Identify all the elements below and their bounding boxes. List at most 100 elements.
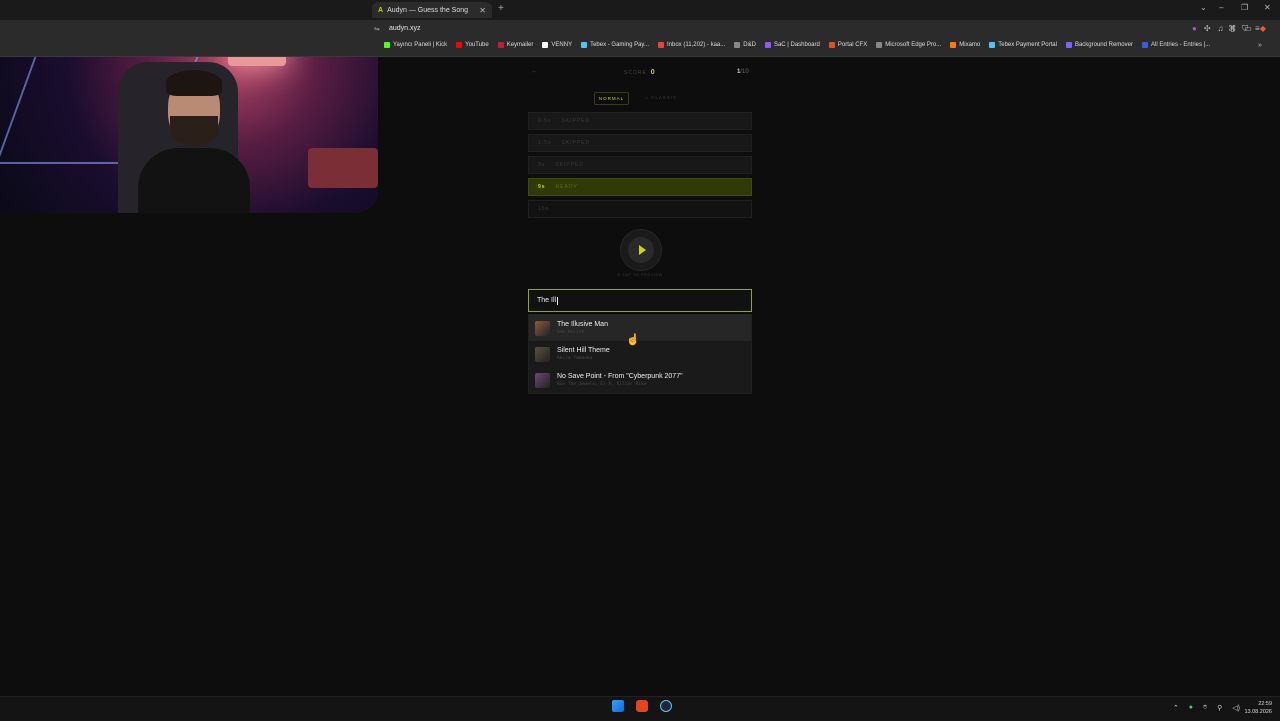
bookmark-label: YouTube	[465, 42, 489, 48]
bookmark-item[interactable]: Mixamo	[950, 42, 980, 48]
bookmark-favicon-icon	[989, 42, 996, 48]
bookmark-item[interactable]: SaC | Dashboard	[764, 42, 820, 48]
extension-icon[interactable]: ●	[1192, 24, 1197, 34]
bookmark-favicon-icon	[658, 42, 664, 48]
bookmark-label: SaC | Dashboard	[773, 42, 820, 48]
album-art-thumbnail	[535, 372, 550, 388]
suggestion-text: The Illusive Man Sam Hulick	[557, 321, 608, 335]
suggestion-item[interactable]: Silent Hill Theme Akira Yamaoka	[529, 341, 751, 367]
sidebar-icon[interactable]: ▯	[1231, 24, 1235, 34]
url-text[interactable]: audyn.xyz	[389, 25, 421, 32]
bookmark-favicon-icon	[542, 42, 549, 48]
menu-icon[interactable]: ≡	[1255, 24, 1260, 34]
clock-time: 22:59	[1258, 701, 1272, 707]
system-tray: ⌃ ● ⌾ ⚲ ◁)	[1173, 704, 1240, 712]
address-bar	[0, 20, 1280, 40]
score-value: 0	[650, 69, 656, 76]
vpn-icon[interactable]: ⛉	[1242, 24, 1248, 34]
brave-shield-icon[interactable]: ◆	[1260, 24, 1266, 33]
attempt-row: 3s SKIPPED	[528, 156, 752, 174]
steam-icon[interactable]	[660, 700, 672, 712]
attempt-status: SKIPPED	[561, 140, 591, 146]
bookmarks-overflow-icon[interactable]: »	[1258, 42, 1262, 49]
system-clock[interactable]: 22:59 13.08.2026	[1244, 700, 1272, 716]
taskbar-apps	[612, 700, 672, 712]
close-window-icon[interactable]: ✕	[1264, 3, 1271, 12]
site-info-icon[interactable]: ⇋	[374, 25, 380, 33]
bookmark-item[interactable]: YouTube	[456, 42, 489, 48]
song-search-input[interactable]: The Ill	[528, 289, 752, 312]
tab-title: Audyn — Guess the Song	[387, 6, 468, 14]
bookmark-item[interactable]: Inbox (11,202) - kaa...	[658, 42, 725, 48]
bookmarks-list: Yayıncı Paneli | Kick YouTube Keymailer VEN…	[384, 42, 1210, 48]
suggestion-item[interactable]: No Save Point - From "Cyberpunk 2077" Run…	[529, 367, 751, 393]
suggestion-text: No Save Point - From "Cyberpunk 2077" Run…	[557, 373, 683, 387]
bookmark-label: Inbox (11,202) - kaa...	[667, 42, 726, 48]
mic-icon[interactable]: ⚲	[1217, 704, 1222, 712]
volume-icon[interactable]: ◁)	[1232, 704, 1240, 712]
bookmark-item[interactable]: D&D	[734, 42, 756, 48]
bookmark-item[interactable]: All Entries - Entries |...	[1141, 42, 1211, 48]
bookmark-favicon-icon	[828, 42, 835, 48]
bookmark-favicon-icon	[764, 42, 771, 48]
network-icon[interactable]: ⌾	[1203, 704, 1207, 712]
bookmark-item[interactable]: Keymailer	[497, 42, 534, 48]
bookmark-label: Tebex - Gaming Pay...	[590, 42, 649, 48]
bookmark-favicon-icon	[734, 42, 741, 48]
close-tab-icon[interactable]: ✕	[479, 6, 486, 15]
attempt-status: SKIPPED	[561, 118, 591, 124]
suggestion-artist: Run The Jewels, El-P, Killer Mike	[557, 382, 647, 387]
album-art-thumbnail	[535, 320, 550, 336]
bookmark-item[interactable]: Tebex - Gaming Pay...	[581, 42, 649, 48]
attempt-time: 15s	[538, 206, 550, 212]
bookmark-item[interactable]: Microsoft Edge Pro...	[876, 42, 941, 48]
tap-hint: ⟲ TAP TO PREVIEW	[617, 272, 663, 277]
bookmark-item[interactable]: Portal CFX	[828, 42, 867, 48]
mode-normal-button[interactable]: NORMAL	[594, 92, 629, 105]
maximize-icon[interactable]: ❐	[1241, 3, 1248, 12]
bookmark-favicon-icon	[1141, 42, 1148, 48]
bookmark-favicon-icon	[581, 42, 588, 48]
hand-pointer-icon: ☝	[626, 334, 640, 346]
bookmark-label: Mixamo	[959, 42, 981, 48]
bookmark-label: VENNY	[551, 42, 573, 48]
minimize-icon[interactable]: –	[1219, 3, 1223, 12]
webcam-person	[138, 70, 250, 213]
tray-overflow-icon[interactable]: ⌃	[1173, 704, 1179, 712]
attempt-time: 0.5s	[538, 118, 552, 124]
new-tab-button[interactable]: +	[498, 3, 504, 14]
bookmark-item[interactable]: Background Remover	[1065, 42, 1133, 48]
music-icon[interactable]: ♫	[1218, 24, 1224, 34]
webcam-desk-device	[308, 148, 378, 188]
bookmark-favicon-icon	[456, 42, 463, 48]
attempt-row: 0.5s SKIPPED	[528, 112, 752, 130]
status-dot-icon[interactable]: ●	[1189, 704, 1193, 712]
bookmark-label: Yayıncı Paneli | Kick	[393, 42, 448, 48]
bookmark-favicon-icon	[497, 42, 504, 48]
bookmark-label: Keymailer	[506, 42, 534, 48]
back-button[interactable]: ←	[531, 68, 538, 75]
attempt-status: SKIPPED	[555, 162, 584, 168]
puzzle-icon[interactable]: ✣	[1204, 24, 1211, 34]
bookmark-item[interactable]: Tebex Payment Portal	[989, 42, 1057, 48]
suggestion-item[interactable]: The Illusive Man Sam Hulick	[529, 315, 751, 341]
attempt-row: 1.5s SKIPPED	[528, 134, 752, 152]
play-button-inner	[628, 237, 654, 263]
suggestion-dropdown: The Illusive Man Sam Hulick Silent Hill Th…	[528, 314, 752, 394]
attempt-time: 1.5s	[538, 140, 552, 146]
windows-start-icon[interactable]	[612, 700, 624, 712]
round-counter: 1/10	[737, 69, 749, 75]
suggestion-title: Silent Hill Theme	[557, 347, 610, 354]
browser-tab-active[interactable]: A Audyn — Guess the Song ✕	[372, 2, 492, 18]
attempt-status: READY	[555, 184, 578, 190]
play-button[interactable]	[620, 229, 662, 271]
bookmark-label: All Entries - Entries |...	[1150, 42, 1211, 48]
site-favicon-icon: A	[378, 6, 384, 14]
tab-search-icon[interactable]: ⌄	[1200, 3, 1207, 12]
brave-browser-icon[interactable]	[636, 700, 648, 712]
mode-classic-button[interactable]: ♫ CLASSIC	[637, 92, 685, 103]
bookmark-item[interactable]: Yayıncı Paneli | Kick	[384, 42, 447, 48]
browser-tab-bar	[0, 0, 1280, 20]
bookmark-item[interactable]: VENNY	[542, 42, 572, 48]
suggestion-title: No Save Point - From "Cyberpunk 2077"	[557, 373, 683, 380]
